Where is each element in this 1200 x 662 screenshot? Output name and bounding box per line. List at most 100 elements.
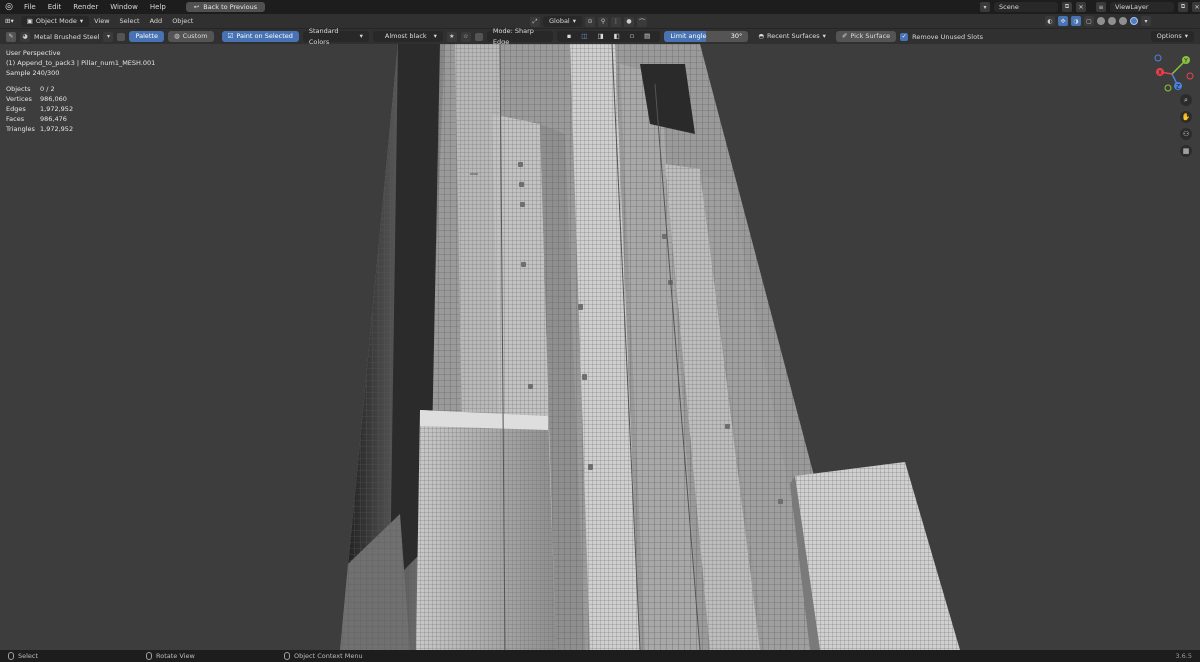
select-mode-6-icon[interactable]: ▤	[644, 31, 650, 42]
viewport-info-overlay: User Perspective (1) Append_to_pack3 | P…	[6, 48, 155, 134]
stat-value: 0 / 2	[40, 85, 55, 93]
mode-field[interactable]: Mode: Sharp Edge	[486, 27, 553, 46]
menu-object[interactable]: Object	[167, 14, 198, 29]
gizmo-neg-y-axis[interactable]	[1164, 84, 1172, 92]
perspective-label: User Perspective	[6, 49, 61, 57]
menu-select[interactable]: Select	[115, 14, 145, 29]
rendered-shading-icon[interactable]	[1130, 17, 1138, 25]
material-name[interactable]: Metal Brushed Steel	[34, 33, 99, 41]
editor-type-icon[interactable]: ⊞▾	[0, 14, 19, 29]
chevron-down-icon: ▾	[822, 32, 826, 40]
overlay-toggle-icon[interactable]: ◑	[1071, 16, 1081, 26]
gizmo-neg-x-axis[interactable]	[1186, 72, 1194, 80]
palette-button[interactable]: Palette	[129, 31, 164, 42]
mouse-left-icon	[8, 652, 14, 660]
menu-render[interactable]: Render	[67, 0, 104, 14]
paint-on-selected-button[interactable]: ☑ Paint on Selected	[221, 31, 299, 42]
limit-angle-slider[interactable]: Limit angle 30°	[664, 31, 749, 42]
sample-label: Sample 240/300	[6, 69, 60, 77]
shading-options-icon[interactable]: ▾	[1141, 16, 1151, 26]
menu-help[interactable]: Help	[144, 0, 172, 14]
orientation-select[interactable]: Global ▾	[543, 16, 583, 27]
status-context: Object Context Menu	[284, 652, 414, 660]
checkbox-icon: ☑	[227, 32, 234, 40]
delete-view-layer-icon[interactable]: ✕	[1192, 2, 1200, 12]
view-layer-icon[interactable]: ≡	[1096, 2, 1106, 12]
status-select: Select	[8, 652, 138, 660]
select-mode-group: ▪ ◫ ◨ ◧ ▫ ▤	[556, 31, 661, 42]
color-set-select[interactable]: Standard Colors ▾	[302, 27, 369, 46]
select-mode-4-icon[interactable]: ◧	[614, 31, 620, 42]
custom-button[interactable]: ◍ Custom	[167, 31, 214, 42]
scene-field[interactable]: Scene	[994, 2, 1058, 12]
custom-icon: ◍	[173, 32, 180, 40]
mode-checkbox[interactable]	[474, 32, 483, 41]
color-name-label: Almost black	[384, 32, 427, 40]
pick-surface-button[interactable]: ✐ Pick Surface	[835, 31, 897, 42]
stat-label: Vertices	[6, 95, 32, 103]
object-mode-icon: ▣	[26, 16, 33, 25]
recent-surfaces-label: Recent Surfaces	[766, 32, 820, 40]
options-label: Options	[1156, 32, 1182, 40]
custom-label: Custom	[182, 32, 208, 40]
view-layer-field[interactable]: ViewLayer	[1110, 2, 1174, 12]
navigation-gizmo[interactable]: Y X Z	[1150, 52, 1194, 92]
recent-surfaces-button[interactable]: ◓ Recent Surfaces ▾	[752, 31, 832, 42]
remove-unused-checkbox[interactable]: ✓	[900, 32, 909, 41]
palette-checkbox[interactable]	[117, 32, 126, 41]
remove-unused-label: Remove Unused Slots	[912, 32, 984, 41]
chevron-down-icon: ▾	[1184, 32, 1188, 40]
back-to-previous-button[interactable]: ↩ Back to Previous	[185, 2, 266, 12]
version-label: 3.6.5	[1175, 652, 1192, 660]
menu-add[interactable]: Add	[145, 14, 168, 29]
blender-logo-icon[interactable]: ◎	[0, 0, 18, 14]
delete-scene-icon[interactable]: ✕	[1076, 2, 1086, 12]
status-select-label: Select	[18, 652, 39, 660]
snap-icon[interactable]: ⚲	[598, 16, 609, 27]
xray-icon[interactable]: ▢	[1084, 16, 1094, 26]
gizmo-neg-z-axis[interactable]	[1154, 54, 1162, 62]
new-view-layer-icon[interactable]: ⧉	[1178, 2, 1188, 12]
paint-on-selected-label: Paint on Selected	[236, 32, 293, 40]
transform-group: ⤢ Global ▾ ⊙ ⚲ ⋮ ● ⌒	[530, 16, 648, 27]
wireframe-shading-icon[interactable]	[1097, 17, 1105, 25]
chevron-down-icon: ▾	[433, 32, 437, 40]
menu-window[interactable]: Window	[104, 0, 144, 14]
falloff-icon[interactable]: ⌒	[637, 16, 648, 27]
options-button[interactable]: Options ▾	[1150, 31, 1194, 42]
proportional-edit-icon[interactable]: ●	[624, 16, 635, 27]
mode-select[interactable]: ▣ Object Mode ▾	[20, 15, 90, 27]
color-name-select[interactable]: Almost black ▾	[372, 31, 443, 42]
top-menu-bar: ◎ File Edit Render Window Help ↩ Back to…	[0, 0, 1200, 14]
menu-view[interactable]: View	[89, 14, 114, 29]
object-name-label: (1) Append_to_pack3 | Pillar_num1_MESH.0…	[6, 59, 156, 67]
select-mode-3-icon[interactable]: ◨	[597, 31, 603, 42]
mouse-middle-icon	[146, 652, 152, 660]
gizmo-toggle-icon[interactable]: ✥	[1058, 16, 1068, 26]
stat-label: Objects	[6, 85, 31, 93]
select-mode-2-icon[interactable]: ◫	[581, 31, 587, 42]
gizmo-x-label: X	[1158, 70, 1162, 77]
visibility-icon[interactable]: ◐	[1045, 16, 1055, 26]
star-icon[interactable]: ★	[446, 31, 457, 42]
select-mode-1-icon[interactable]: ▪	[567, 31, 571, 42]
solid-shading-icon[interactable]	[1108, 17, 1116, 25]
pan-hand-icon[interactable]: ✋	[1180, 111, 1192, 123]
chevron-down-icon: ▾	[359, 32, 363, 40]
star-outline-icon[interactable]: ☆	[460, 31, 471, 42]
brush-tool-icon[interactable]: ✎	[6, 31, 16, 42]
3d-viewport[interactable]: User Perspective (1) Append_to_pack3 | P…	[0, 44, 1200, 650]
scene-icon[interactable]: ▾	[980, 2, 990, 12]
orthographic-grid-icon[interactable]: ▦	[1180, 145, 1192, 157]
menu-file[interactable]: File	[18, 0, 42, 14]
select-mode-5-icon[interactable]: ▫	[630, 31, 634, 42]
new-scene-icon[interactable]: ⧉	[1062, 2, 1072, 12]
snap-target-icon[interactable]: ⋮	[611, 16, 622, 27]
material-shading-icon[interactable]	[1119, 17, 1127, 25]
chevron-down-icon[interactable]: ▾	[103, 31, 114, 42]
menu-edit[interactable]: Edit	[42, 0, 68, 14]
camera-icon[interactable]: ⚇	[1180, 128, 1192, 140]
chevron-down-icon: ▾	[572, 17, 577, 25]
pivot-icon[interactable]: ⊙	[585, 16, 596, 27]
zoom-icon[interactable]: ⌕	[1180, 94, 1192, 106]
